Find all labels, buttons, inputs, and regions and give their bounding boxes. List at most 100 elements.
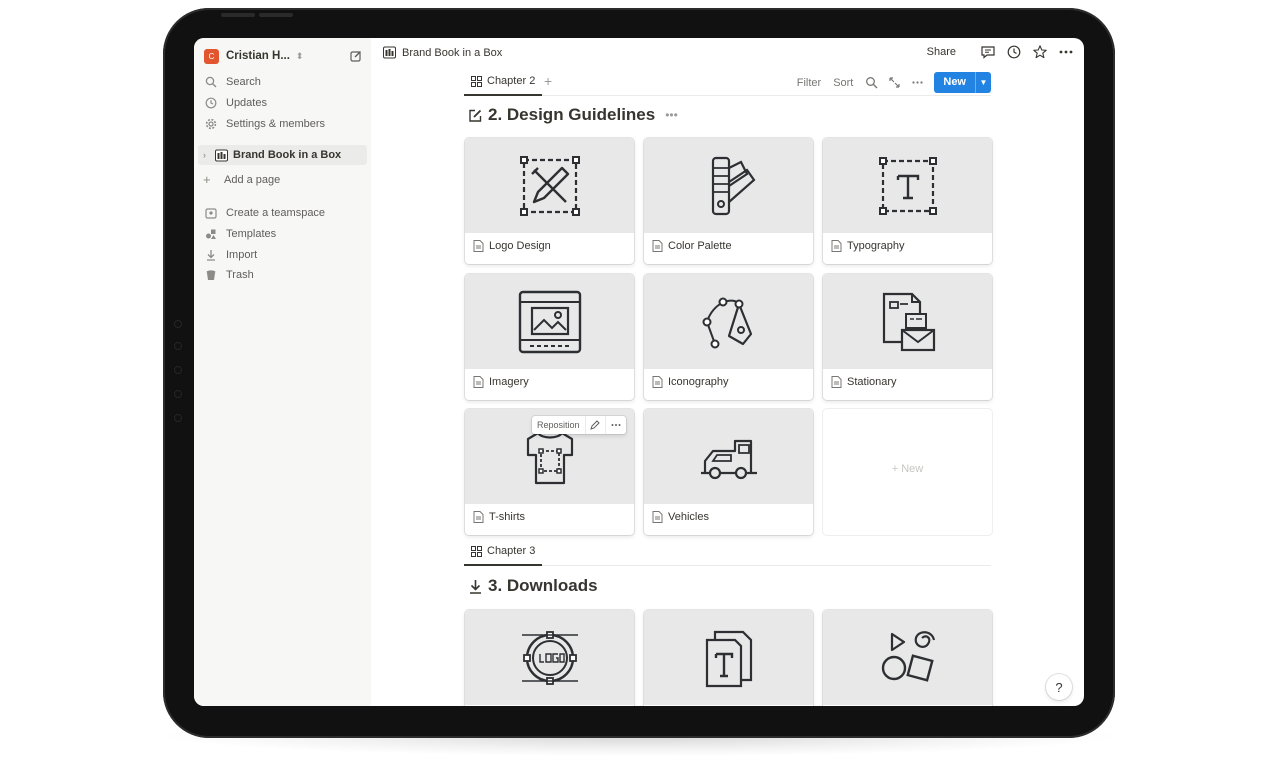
gallery-card[interactable]: Stationary	[823, 274, 992, 400]
section-title-downloads: 3. Downloads	[468, 576, 598, 596]
tab-label: Chapter 2	[487, 75, 536, 87]
more-icon[interactable]: •••	[665, 108, 678, 122]
book-icon	[383, 46, 396, 59]
workspace-switcher[interactable]: C Cristian H... ⬍	[204, 46, 364, 66]
gallery-card[interactable]	[823, 610, 992, 706]
sidebar-item-label: Import	[226, 249, 258, 261]
gallery-card[interactable]: Imagery	[465, 274, 634, 400]
tab-chapter-2[interactable]: Chapter 2	[464, 68, 543, 96]
view-bar: Chapter 2 + Filter Sort New ▼	[464, 68, 991, 96]
sidebar-item-label: Search	[226, 76, 261, 88]
sidebar-item-settings[interactable]: Settings & members	[205, 115, 325, 133]
teamspace-icon	[205, 207, 217, 219]
card-caption: Imagery	[473, 376, 529, 388]
typography-icon	[823, 138, 992, 233]
chevron-updown-icon: ⬍	[295, 50, 304, 61]
sidebar-item-label: Trash	[226, 269, 254, 281]
more-icon[interactable]	[606, 416, 626, 434]
tab-label: Chapter 3	[487, 545, 536, 557]
new-button-label: New	[943, 76, 966, 88]
search-icon[interactable]	[865, 76, 878, 89]
sidebar-item-label: Brand Book in a Box	[233, 149, 342, 161]
help-button[interactable]: ?	[1046, 674, 1072, 700]
document-icon	[831, 240, 842, 252]
card-caption: Stationary	[831, 376, 897, 388]
document-icon	[473, 240, 484, 252]
clock-icon	[205, 97, 217, 109]
sidebar: C Cristian H... ⬍ Search Updates Setting…	[194, 38, 371, 706]
document-icon	[473, 511, 484, 523]
vehicle-icon	[644, 409, 813, 504]
stationary-icon	[823, 274, 992, 369]
top-actions: Share	[927, 44, 1074, 60]
card-caption: Logo Design	[473, 240, 551, 252]
edit-icon	[468, 108, 483, 123]
sidebar-page-brand-book[interactable]: › Brand Book in a Box	[198, 145, 367, 165]
sidebar-item-trash[interactable]: Trash	[205, 266, 254, 284]
view-tools: Filter Sort New ▼	[797, 72, 991, 93]
trash-icon	[205, 269, 217, 281]
gallery-card[interactable]	[465, 610, 634, 706]
edit-cover-icon[interactable]	[586, 416, 606, 434]
templates-icon	[205, 228, 217, 240]
sidebar-item-import[interactable]: Import	[205, 246, 257, 264]
more-icon[interactable]	[1058, 44, 1074, 60]
new-card-label: + New	[891, 463, 924, 475]
shapes-icon	[823, 610, 992, 705]
chevron-down-icon[interactable]: ▼	[975, 72, 991, 93]
gallery-card[interactable]: Iconography	[644, 274, 813, 400]
tab-chapter-3[interactable]: Chapter 3	[464, 538, 543, 566]
new-page-icon[interactable]	[348, 48, 364, 64]
section-title-design: 2. Design Guidelines •••	[468, 105, 678, 125]
sidebar-item-label: Templates	[226, 228, 277, 240]
gallery-card[interactable]: Logo Design	[465, 138, 634, 264]
card-caption: T-shirts	[473, 511, 525, 523]
font-download-icon	[644, 610, 813, 705]
chevron-right-icon[interactable]: ›	[203, 150, 213, 160]
sidebar-item-templates[interactable]: Templates	[205, 225, 276, 243]
gallery-card[interactable]: Color Palette	[644, 138, 813, 264]
new-card-text: New	[901, 463, 924, 475]
section-title-text: 2. Design Guidelines	[488, 105, 656, 124]
gallery-icon	[471, 75, 482, 87]
comment-icon[interactable]	[980, 44, 996, 60]
card-title: Iconography	[668, 376, 729, 388]
gallery-card[interactable]: Typography	[823, 138, 992, 264]
add-page-button[interactable]: + Add a page	[203, 171, 280, 189]
add-view-icon[interactable]: +	[544, 73, 552, 89]
plus-icon: +	[203, 172, 211, 187]
logo-design-icon	[465, 138, 634, 233]
sidebar-item-label: Create a teamspace	[226, 207, 326, 219]
expand-icon[interactable]	[888, 76, 901, 89]
gallery-icon	[471, 545, 482, 557]
sidebar-item-label: Settings & members	[226, 118, 326, 130]
filter-button[interactable]: Filter	[797, 77, 821, 89]
sort-button[interactable]: Sort	[833, 77, 853, 89]
add-page-label: Add a page	[224, 174, 281, 186]
history-icon[interactable]	[1006, 44, 1022, 60]
gallery-card[interactable]: Vehicles	[644, 409, 813, 535]
sidebar-item-teamspace[interactable]: Create a teamspace	[205, 204, 325, 222]
reposition-button[interactable]: Reposition	[532, 416, 586, 434]
more-icon[interactable]	[911, 76, 924, 89]
star-icon[interactable]	[1032, 44, 1048, 60]
volume-button	[259, 13, 293, 17]
new-card-button[interactable]: + New	[823, 409, 992, 535]
workspace-name: Cristian H...	[226, 50, 290, 62]
top-bar: Brand Book in a Box Share	[371, 38, 1084, 68]
breadcrumb-label: Brand Book in a Box	[402, 46, 503, 59]
card-caption: Typography	[831, 240, 904, 252]
share-button[interactable]: Share	[927, 46, 956, 58]
gallery-card[interactable]: Reposition T-shirts	[465, 409, 634, 535]
sidebar-item-updates[interactable]: Updates	[205, 94, 267, 112]
breadcrumb[interactable]: Brand Book in a Box	[383, 46, 502, 59]
download-icon	[468, 579, 483, 594]
document-icon	[652, 511, 663, 523]
new-button[interactable]: New ▼	[934, 72, 991, 93]
volume-button	[221, 13, 255, 17]
card-title: Imagery	[489, 376, 529, 388]
sidebar-item-search[interactable]: Search	[205, 73, 261, 91]
color-palette-icon	[644, 138, 813, 233]
gear-icon	[205, 118, 217, 130]
gallery-card[interactable]	[644, 610, 813, 706]
